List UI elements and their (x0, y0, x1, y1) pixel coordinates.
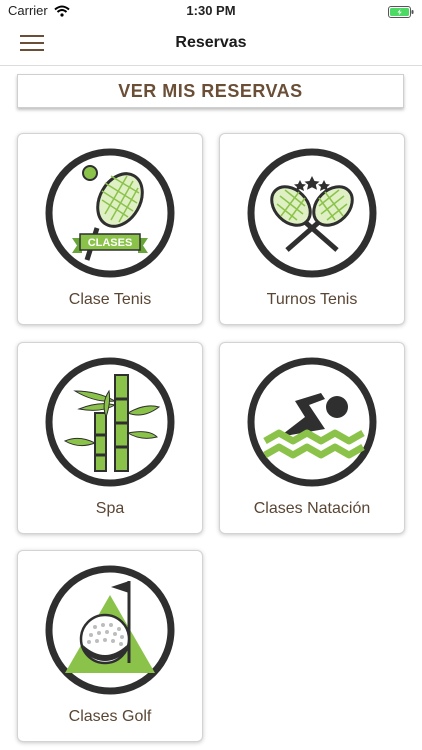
card-spa[interactable]: Spa (17, 342, 203, 534)
navigation-bar: Reservas (0, 22, 422, 66)
clases-badge-text: CLASES (88, 237, 133, 249)
card-label: Clases Golf (68, 708, 152, 725)
status-bar: Carrier 1:30 PM (0, 0, 422, 22)
bamboo-icon (45, 357, 175, 487)
card-label: Spa (95, 500, 125, 517)
status-time: 1:30 PM (186, 3, 236, 18)
card-clase-tenis[interactable]: CLASES Clase Tenis (17, 133, 203, 325)
tennis-rackets-icon (247, 148, 377, 278)
tennis-class-icon: CLASES (45, 148, 175, 278)
battery-icon (388, 5, 414, 23)
card-label: Clases Natación (253, 500, 371, 517)
card-label: Clase Tenis (68, 291, 152, 308)
card-label: Turnos Tenis (266, 291, 358, 308)
card-clases-natacion[interactable]: Clases Natación (219, 342, 405, 534)
swimmer-icon (247, 357, 377, 487)
card-clases-golf[interactable]: Clases Golf (17, 550, 203, 742)
view-my-reservations-button[interactable]: VER MIS RESERVAS (17, 74, 404, 108)
golf-icon (45, 565, 175, 695)
card-turnos-tenis[interactable]: Turnos Tenis (219, 133, 405, 325)
page-title: Reservas (175, 34, 247, 51)
